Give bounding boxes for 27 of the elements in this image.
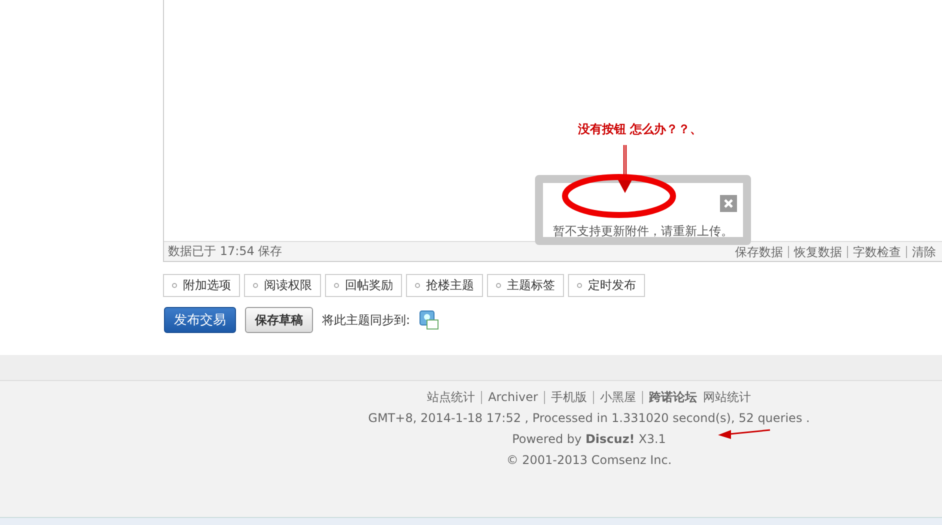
option-tab[interactable]: 抢楼主题 (406, 274, 483, 297)
option-tab[interactable]: 附加选项 (163, 274, 240, 297)
copyright-text: © 2001-2013 Comsenz Inc. (506, 452, 672, 469)
footer-link[interactable]: 网站统计 (702, 387, 751, 408)
footer-link[interactable]: 站点统计 (427, 391, 482, 404)
save-draft-button[interactable]: 保存草稿 (245, 307, 313, 333)
stats-text: GMT+8, 2014-1-18 17:52 , Processed in 1.331020 second(s), 52 queries . (368, 410, 810, 427)
annotation-arrow (718, 429, 770, 439)
publish-button[interactable]: 发布交易 (164, 307, 236, 333)
option-tab[interactable]: 定时发布 (568, 274, 645, 297)
footer-link[interactable]: 跨诺论坛 (642, 391, 703, 404)
share-icon[interactable] (419, 310, 440, 330)
annotation-text: 没有按钮 怎么办？？、 (578, 121, 702, 138)
option-tab[interactable]: 阅读权限 (244, 274, 321, 297)
option-tab[interactable]: 主题标签 (487, 274, 564, 297)
editor-link[interactable]: 恢复数据 (788, 246, 847, 258)
footer-link[interactable]: 手机版 (544, 391, 593, 404)
powered-by-text: Powered by Discuz! X3.1 (512, 431, 666, 448)
dialog-message: 暂不支持更新附件，请重新上传。 (553, 223, 733, 240)
option-tab[interactable]: 回帖奖励 (325, 274, 402, 297)
editor-link[interactable]: 清除 (906, 246, 941, 258)
footer-link[interactable]: 小黑屋 (592, 391, 642, 404)
editor-link[interactable]: 字数检查 (847, 246, 906, 258)
footer-link[interactable]: Archiver (481, 391, 544, 404)
sync-label: 将此主题同步到: (322, 312, 410, 328)
editor-link[interactable]: 保存数据 (730, 246, 788, 258)
save-status-text: 数据已于 17:54 保存 (168, 243, 282, 260)
